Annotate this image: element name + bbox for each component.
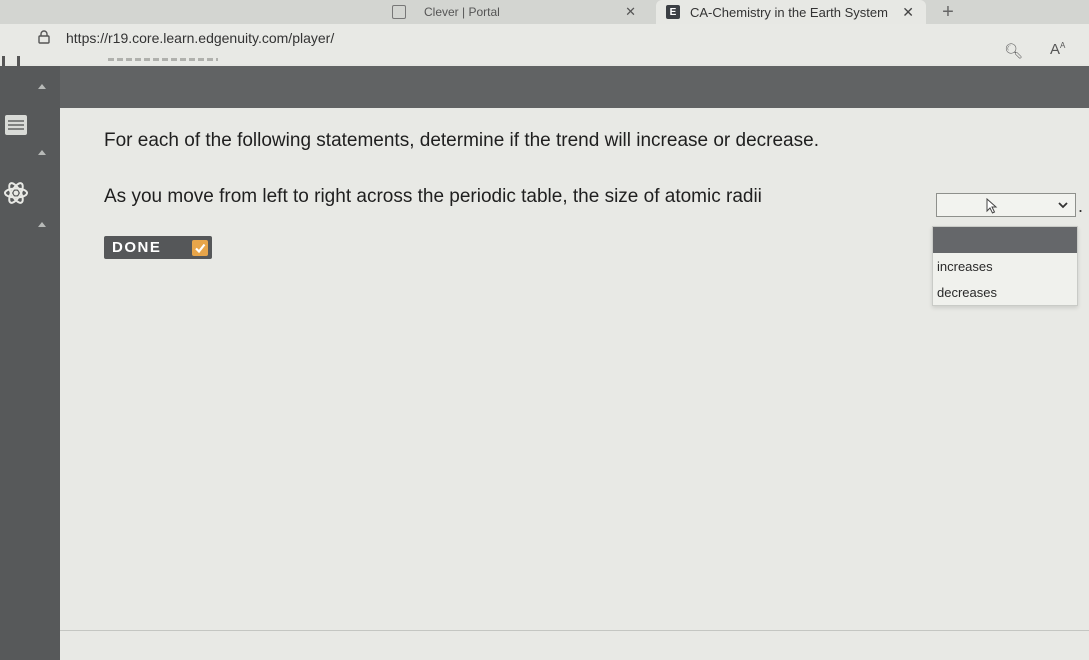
question-instructions: For each of the following statements, de… <box>104 130 819 151</box>
edgenuity-favicon-icon: E <box>666 5 680 19</box>
sidebar-notes-button[interactable] <box>0 110 32 140</box>
notes-icon <box>5 115 27 135</box>
tab-clever-portal[interactable]: Clever | Portal ✕ <box>380 0 650 24</box>
lock-icon <box>38 30 50 44</box>
sidebar-notch <box>38 84 46 89</box>
sidebar-notch <box>38 150 46 155</box>
sidebar-atom-button[interactable] <box>0 178 32 208</box>
page: Clever | Portal ✕ E CA-Chemistry in the … <box>0 0 1089 660</box>
done-button-label: DONE <box>112 239 162 256</box>
bookmarks-bar <box>0 56 1089 66</box>
bookmarks-placeholder <box>108 58 218 61</box>
checkmark-icon <box>192 239 208 256</box>
tab-close-icon[interactable]: ✕ <box>625 4 636 20</box>
chevron-down-icon <box>1058 202 1068 209</box>
mouse-cursor-icon <box>986 198 998 214</box>
dropdown-option-decreases[interactable]: decreases <box>937 285 997 300</box>
dropdown-option-increases[interactable]: increases <box>937 259 993 274</box>
dropdown-header <box>933 227 1077 253</box>
pin-icon <box>2 56 20 66</box>
tab-close-icon[interactable]: ✕ <box>902 4 914 21</box>
atom-icon <box>4 182 28 204</box>
trend-dropdown-menu: increases decreases <box>932 226 1078 306</box>
sidebar <box>0 66 60 660</box>
url-input[interactable]: https://r19.core.learn.edgenuity.com/pla… <box>66 30 334 46</box>
question-statement: As you move from left to right across th… <box>104 186 762 207</box>
sidebar-notch <box>38 222 46 227</box>
statement-period: . <box>1078 196 1084 216</box>
tab-label: Clever | Portal <box>424 5 500 19</box>
done-button[interactable]: DONE <box>104 236 212 259</box>
trend-select[interactable] <box>936 193 1076 217</box>
browser-tab-strip: Clever | Portal ✕ E CA-Chemistry in the … <box>0 0 1089 24</box>
tab-label: CA-Chemistry in the Earth System <box>690 4 888 20</box>
clever-favicon-icon <box>392 5 406 19</box>
lesson-header-band <box>60 66 1089 108</box>
content-divider <box>60 630 1089 631</box>
tab-chemistry[interactable]: E CA-Chemistry in the Earth System ✕ <box>656 0 926 24</box>
new-tab-plus-icon[interactable]: + <box>936 0 960 24</box>
